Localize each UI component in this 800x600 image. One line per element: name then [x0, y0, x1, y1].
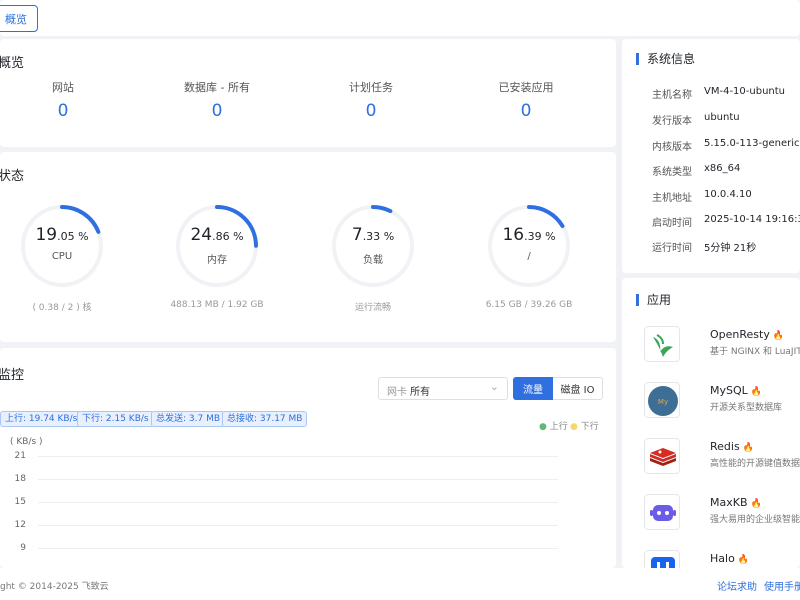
- disk-io-button[interactable]: 磁盘 IO: [553, 377, 603, 400]
- y-tick-label: 12: [14, 520, 26, 530]
- mysql-logo: My: [644, 382, 680, 418]
- y-tick-label: 18: [14, 474, 26, 484]
- gauge-sub: 运行流畅: [354, 303, 391, 313]
- tab-bar: 概览: [0, 0, 800, 36]
- app-mysql[interactable]: My MySQL 🔥 开源关系型数据库: [644, 382, 800, 422]
- app-redis[interactable]: Redis 🔥 高性能的开源键值数据库: [644, 438, 800, 478]
- overview-value[interactable]: 0: [466, 101, 586, 121]
- app-desc: 开源关系型数据库: [710, 403, 783, 413]
- manual-link[interactable]: 使用手册: [764, 578, 800, 593]
- gauge-disk[interactable]: 16.39 % /: [484, 201, 574, 291]
- svg-text:My: My: [658, 398, 668, 406]
- system-info-card: 系统信息: [622, 39, 800, 273]
- overview-websites[interactable]: 网站 0: [3, 79, 123, 121]
- gauge-value: 24.86 %: [190, 225, 244, 245]
- copyright: ght © 2014-2025 飞致云: [0, 582, 109, 592]
- overview-value[interactable]: 0: [157, 101, 277, 121]
- chip-upload-rate: 上行: 19.74 KB/s: [0, 411, 83, 427]
- app-name: MaxKB 🔥: [710, 496, 762, 509]
- app-name: MySQL 🔥: [710, 384, 762, 397]
- nic-select-value: 所有: [410, 387, 430, 398]
- gridline: [38, 456, 558, 457]
- apps-title: 应用: [636, 294, 671, 306]
- app-maxkb[interactable]: MaxKB🔥 强大易用的企业级智能体平: [644, 494, 800, 534]
- hot-icon: 🔥: [737, 555, 750, 565]
- gauge-value: 19.05 %: [35, 225, 89, 245]
- gridline: [38, 525, 558, 526]
- footer: ght © 2014-2025 飞致云 论坛求助 使用手册: [0, 568, 800, 600]
- app-desc: 基于 NGINX 和 LuaJIT 的: [710, 347, 800, 357]
- legend-upload[interactable]: ● 上行: [539, 419, 568, 432]
- gauge-sub: 6.15 GB / 39.26 GB: [485, 300, 573, 310]
- overview-databases[interactable]: 数据库 - 所有 0: [157, 79, 277, 121]
- traffic-button[interactable]: 流量: [513, 377, 553, 400]
- status-title: 状态: [0, 169, 25, 184]
- app-openresty[interactable]: OpenResty🔥 基于 NGINX 和 LuaJIT 的: [644, 326, 800, 366]
- gauge-ring: [488, 205, 570, 287]
- gauge-name: CPU: [51, 251, 73, 262]
- redis-logo: [644, 438, 680, 474]
- app-halo[interactable]: Halo 🔥: [644, 550, 800, 568]
- gauge-value: 16.39 %: [502, 225, 556, 245]
- legend-download[interactable]: ● 下行: [570, 419, 599, 432]
- nic-select-label: 网卡: [387, 387, 407, 398]
- overview-value[interactable]: 0: [311, 101, 431, 121]
- app-name: Halo 🔥: [710, 552, 750, 565]
- overview-installed-apps[interactable]: 已安装应用 0: [466, 79, 586, 121]
- maxkb-logo: [644, 494, 680, 530]
- chip-total-received: 总接收: 37.17 MB: [222, 411, 308, 427]
- overview-label: 计划任务: [349, 81, 393, 94]
- overview-value[interactable]: 0: [3, 101, 123, 121]
- app-desc: 高性能的开源键值数据库: [710, 459, 800, 469]
- gauge-value: 7.33 %: [351, 225, 395, 245]
- hot-icon: 🔥: [742, 443, 754, 453]
- chip-total-sent: 总发送: 3.7 MB: [151, 411, 226, 427]
- monitor-title: 监控: [0, 368, 25, 383]
- y-tick-label: 21: [14, 451, 26, 461]
- hot-icon: 🔥: [750, 387, 762, 397]
- overview-label: 已安装应用: [498, 81, 554, 94]
- hot-icon: 🔥: [750, 499, 762, 509]
- gauge-name: 内存: [207, 255, 227, 266]
- overview-card: 概览 网站 0 数据库 - 所有 0 计划任务 0 已安装应用 0: [0, 39, 616, 147]
- halo-logo: [644, 550, 680, 568]
- overview-cronjobs[interactable]: 计划任务 0: [311, 79, 431, 121]
- gauge-sub: ( 0.38 / 2 ) 核: [32, 303, 92, 313]
- gauge-ring: [332, 205, 414, 287]
- openresty-logo: [644, 326, 680, 362]
- y-axis-unit: ( KB/s ): [10, 437, 43, 447]
- hot-icon: 🔥: [772, 331, 785, 341]
- y-tick-label: 9: [20, 543, 26, 553]
- gauge-ring: [176, 205, 258, 287]
- gauge-name: 负载: [363, 255, 383, 266]
- gauge-name: /: [527, 251, 531, 262]
- gauge-load[interactable]: 7.33 % 负载: [328, 201, 418, 291]
- gauge-cpu[interactable]: 19.05 % CPU: [17, 201, 107, 291]
- status-card: 状态 19.05 % CPU ( 0.38 / 2 ) 核 24.86 % 内存…: [0, 152, 616, 342]
- system-info-title: 系统信息: [636, 53, 695, 65]
- overview-label: 网站: [52, 81, 74, 94]
- gauge-sub: 488.13 MB / 1.92 GB: [170, 300, 264, 310]
- chip-download-rate: 下行: 2.15 KB/s: [77, 411, 154, 427]
- nic-select[interactable]: 网卡 所有 ⌄: [378, 377, 508, 400]
- gridline: [38, 502, 558, 503]
- overview-title: 概览: [0, 56, 25, 71]
- gauge-memory[interactable]: 24.86 % 内存: [172, 201, 262, 291]
- forum-link[interactable]: 论坛求助: [717, 578, 757, 593]
- app-desc: 强大易用的企业级智能体平: [710, 515, 800, 525]
- gauge-ring: [21, 205, 103, 287]
- gridline: [38, 479, 558, 480]
- gridline: [38, 548, 558, 549]
- app-name: Redis 🔥: [710, 440, 754, 453]
- y-tick-label: 15: [14, 497, 26, 507]
- app-name: OpenResty 🔥: [710, 328, 785, 341]
- chevron-down-icon: ⌄: [489, 380, 499, 393]
- overview-label: 数据库 - 所有: [184, 81, 250, 94]
- tab-overview[interactable]: 概览: [0, 5, 38, 32]
